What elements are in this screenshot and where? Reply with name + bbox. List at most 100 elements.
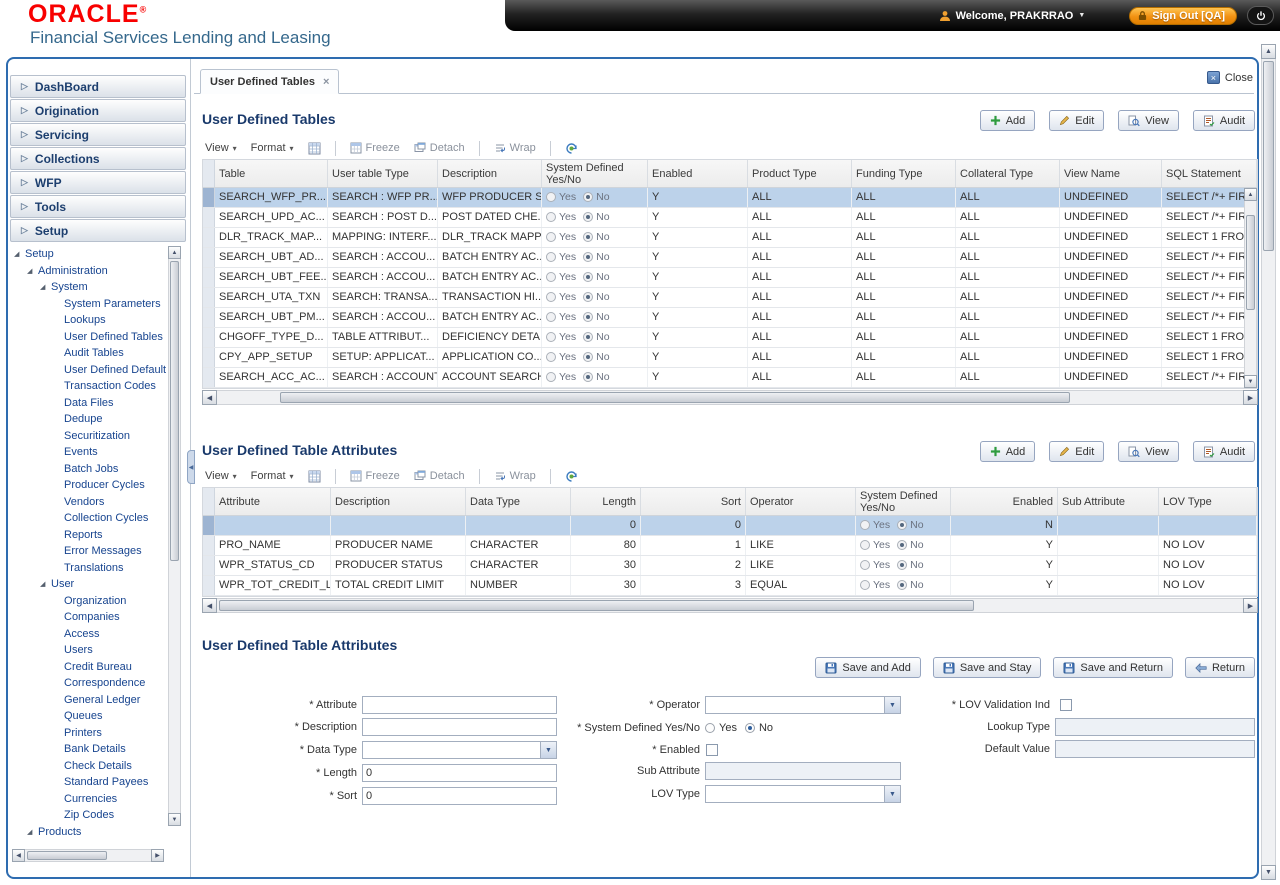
column-header-system-defined[interactable]: System Defined Yes/No (542, 160, 648, 187)
detach-button[interactable]: Detach (411, 140, 468, 156)
table-row[interactable]: SEARCH_UTA_TXNSEARCH: TRANSA...TRANSACTI… (203, 288, 1257, 308)
tree-vertical-scrollbar[interactable]: ▲ ▼ (168, 246, 181, 826)
tree-node-system-parameters[interactable]: System Parameters (12, 296, 166, 313)
sidebar-item-collections[interactable]: ▷Collections (10, 147, 186, 170)
sidebar-item-origination[interactable]: ▷Origination (10, 99, 186, 122)
table-row[interactable]: SEARCH_UBT_FEE...SEARCH : ACCOU...BATCH … (203, 268, 1257, 288)
tree-node-user[interactable]: ◢User (12, 576, 166, 593)
scrollbar-thumb[interactable] (1263, 61, 1274, 251)
scrollbar-track[interactable] (217, 598, 1243, 613)
edit-button[interactable]: Edit (1049, 441, 1104, 462)
row-selector[interactable] (203, 228, 215, 247)
export-to-excel-button[interactable] (305, 140, 324, 157)
tree-node-events[interactable]: Events (12, 444, 166, 461)
row-selector[interactable] (203, 368, 215, 387)
tree-node-dedupe[interactable]: Dedupe (12, 411, 166, 428)
export-to-excel-button[interactable] (305, 468, 324, 485)
sidebar-item-tools[interactable]: ▷Tools (10, 195, 186, 218)
tree-node-users[interactable]: Users (12, 642, 166, 659)
scroll-down-button[interactable]: ▼ (1261, 865, 1276, 880)
column-header-sub-attribute[interactable]: Sub Attribute (1058, 488, 1159, 515)
tree-node-translations[interactable]: Translations (12, 560, 166, 577)
tree-node-collection-cycles[interactable]: Collection Cycles (12, 510, 166, 527)
scroll-left-button[interactable]: ◀ (12, 849, 25, 862)
column-header-description[interactable]: Description (438, 160, 542, 187)
refresh-button[interactable] (562, 468, 581, 485)
scrollbar-track[interactable] (1244, 201, 1257, 375)
tree-node-credit-bureau[interactable]: Credit Bureau (12, 659, 166, 676)
scrollbar-thumb[interactable] (27, 851, 107, 860)
default-value-input[interactable] (1055, 740, 1255, 758)
save-and-add-button[interactable]: Save and Add (815, 657, 921, 678)
scroll-down-button[interactable]: ▼ (1244, 375, 1257, 388)
tree-node-lookups[interactable]: Lookups (12, 312, 166, 329)
attributes-horizontal-scrollbar[interactable]: ◀ ▶ (202, 598, 1258, 613)
view-menu[interactable]: View▾ (202, 468, 240, 484)
row-selector[interactable] (203, 268, 215, 287)
row-selector[interactable] (203, 208, 215, 227)
tree-node-system[interactable]: ◢System (12, 279, 166, 296)
tree-node-currencies[interactable]: Currencies (12, 791, 166, 808)
table-row[interactable]: CHGOFF_TYPE_D...TABLE ATTRIBUT...DEFICIE… (203, 328, 1257, 348)
column-header-product-type[interactable]: Product Type (748, 160, 852, 187)
table-row[interactable]: SEARCH_UBT_AD...SEARCH : ACCOU...BATCH E… (203, 248, 1257, 268)
scrollbar-thumb[interactable] (280, 392, 1070, 403)
sub-attribute-input[interactable] (705, 762, 901, 780)
freeze-button[interactable]: Freeze (347, 468, 403, 484)
tree-node-error-messages[interactable]: Error Messages (12, 543, 166, 560)
table-row[interactable]: CPY_APP_SETUPSETUP: APPLICAT...APPLICATI… (203, 348, 1257, 368)
tree-expanded-icon[interactable]: ◢ (14, 250, 25, 258)
scroll-left-button[interactable]: ◀ (202, 390, 217, 405)
yes-radio[interactable] (705, 723, 715, 733)
audit-button[interactable]: Audit (1193, 441, 1255, 462)
detach-button[interactable]: Detach (411, 468, 468, 484)
scrollbar-thumb[interactable] (219, 600, 974, 611)
row-selector[interactable] (203, 536, 215, 555)
tree-node-user-defined-tables[interactable]: User Defined Tables (12, 329, 166, 346)
row-selector[interactable] (203, 188, 215, 207)
column-header-lov-type[interactable]: LOV Type (1159, 488, 1257, 515)
tree-node-securitization[interactable]: Securitization (12, 428, 166, 445)
tree-node-general-ledger[interactable]: General Ledger (12, 692, 166, 709)
add-button[interactable]: Add (980, 441, 1036, 462)
column-header-description[interactable]: Description (331, 488, 466, 515)
scrollbar-track[interactable] (1261, 59, 1276, 865)
scroll-up-button[interactable]: ▲ (1244, 188, 1257, 201)
tree-node-printers[interactable]: Printers (12, 725, 166, 742)
lookup-type-input[interactable] (1055, 718, 1255, 736)
sidebar-item-setup[interactable]: ▷Setup (10, 219, 186, 242)
tree-node-audit-tables[interactable]: Audit Tables (12, 345, 166, 362)
save-and-stay-button[interactable]: Save and Stay (933, 657, 1042, 678)
sign-out-button[interactable]: Sign Out [QA] (1129, 7, 1237, 25)
table-row[interactable]: WPR_STATUS_CDPRODUCER STATUSCHARACTER302… (203, 556, 1257, 576)
column-header-attribute[interactable]: Attribute (215, 488, 331, 515)
format-menu[interactable]: Format▾ (248, 468, 297, 484)
tree-node-user-defined-defaults[interactable]: User Defined Defaults (12, 362, 166, 379)
row-selector[interactable] (203, 248, 215, 267)
description-input[interactable] (362, 718, 557, 736)
freeze-button[interactable]: Freeze (347, 140, 403, 156)
operator-select[interactable]: ▼ (705, 696, 901, 714)
enabled-checkbox[interactable] (706, 744, 718, 756)
sidebar-item-wfp[interactable]: ▷WFP (10, 171, 186, 194)
tree-node-administration[interactable]: ◢Administration (12, 263, 166, 280)
close-button[interactable]: × Close (1207, 71, 1253, 84)
tree-node-bank-details[interactable]: Bank Details (12, 741, 166, 758)
column-header-system-defined[interactable]: System Defined Yes/No (856, 488, 951, 515)
tab-close-icon[interactable]: × (323, 76, 329, 88)
tree-node-companies[interactable]: Companies (12, 609, 166, 626)
row-selector[interactable] (203, 556, 215, 575)
scrollbar-thumb[interactable] (170, 261, 179, 561)
tree-node-correspondence[interactable]: Correspondence (12, 675, 166, 692)
format-menu[interactable]: Format▾ (248, 140, 297, 156)
row-selector[interactable] (203, 328, 215, 347)
scroll-up-button[interactable]: ▲ (168, 246, 181, 259)
column-header-length[interactable]: Length (571, 488, 641, 515)
no-radio[interactable] (745, 723, 755, 733)
tree-node-zip-codes[interactable]: Zip Codes (12, 807, 166, 824)
tree-node-standard-payees[interactable]: Standard Payees (12, 774, 166, 791)
scroll-up-button[interactable]: ▲ (1261, 44, 1276, 59)
refresh-button[interactable] (562, 140, 581, 157)
table-row[interactable]: SEARCH_WFP_PR...SEARCH : WFP PR...WFP PR… (203, 188, 1257, 208)
column-header-view-name[interactable]: View Name (1060, 160, 1162, 187)
